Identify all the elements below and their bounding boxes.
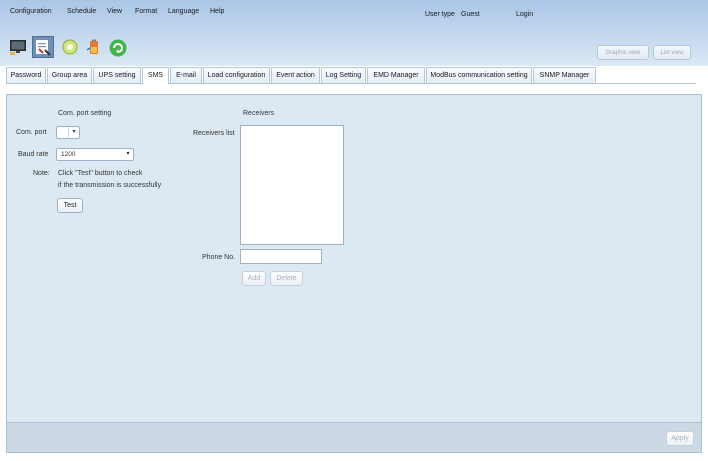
com-port-section-title: Com. port setting <box>58 110 112 117</box>
chevron-down-icon: ▾ <box>68 127 79 137</box>
delete-button[interactable]: Delete <box>270 271 303 286</box>
baud-rate-select[interactable]: 1200 ▾ <box>56 148 134 161</box>
menu-help[interactable]: Help <box>210 8 224 15</box>
menu-format[interactable]: Format <box>135 8 157 15</box>
note-line-2: if the transmission is successfully <box>58 182 162 189</box>
chevron-down-icon: ▾ <box>126 151 130 157</box>
phone-number-input[interactable] <box>240 249 322 264</box>
add-button[interactable]: Add <box>242 271 266 286</box>
graphic-view-button[interactable]: Graphic view <box>597 45 649 60</box>
receivers-section-title: Receivers <box>243 110 275 117</box>
list-view-button[interactable]: List view <box>653 45 691 60</box>
tab-snmp-manager[interactable]: SNMP Manager <box>533 67 596 83</box>
baud-rate-label: Baud rate <box>18 151 49 158</box>
menu-view[interactable]: View <box>107 8 122 15</box>
user-type-label: User type <box>425 11 455 18</box>
user-type-value: Guest <box>461 11 480 18</box>
note-line-1: Click "Test" button to check <box>58 170 143 177</box>
config-tools-icon[interactable] <box>32 36 54 58</box>
receivers-list-label: Receivers list <box>193 130 235 137</box>
tab-log-setting[interactable]: Log Setting <box>321 67 366 83</box>
baud-rate-value: 1200 <box>61 151 76 158</box>
tab-email[interactable]: E-mail <box>170 67 202 83</box>
tab-sms[interactable]: SMS <box>142 67 169 84</box>
note-label: Note: <box>33 170 50 177</box>
tab-emd-manager[interactable]: EMD Manager <box>367 67 425 83</box>
tab-event-action[interactable]: Event action <box>271 67 320 83</box>
phone-number-label: Phone No. <box>202 254 236 261</box>
monitor-icon[interactable] <box>9 38 27 56</box>
sms-settings-panel <box>6 94 702 423</box>
menu-language[interactable]: Language <box>168 8 199 15</box>
com-port-label: Com. port <box>16 129 47 136</box>
receivers-listbox[interactable] <box>240 125 344 245</box>
tab-load-configuration[interactable]: Load configuration <box>203 67 270 83</box>
com-port-select[interactable]: ▾ <box>56 126 80 139</box>
battery-icon[interactable] <box>85 38 103 56</box>
refresh-icon[interactable] <box>108 38 127 57</box>
tab-modbus-communication-setting[interactable]: ModBus communication setting <box>426 67 532 83</box>
apply-button[interactable]: Apply <box>666 431 694 446</box>
menu-configuration[interactable]: Configuration <box>10 8 52 15</box>
menu-schedule[interactable]: Schedule <box>67 8 96 15</box>
tab-ups-setting[interactable]: UPS setting <box>93 67 141 83</box>
tab-group-area[interactable]: Group area <box>47 67 92 83</box>
status-disc-icon[interactable] <box>61 38 79 56</box>
tab-password[interactable]: Password <box>6 67 46 83</box>
login-link[interactable]: Login <box>516 11 533 18</box>
test-button[interactable]: Test <box>57 198 83 213</box>
footer-bar <box>6 423 702 453</box>
